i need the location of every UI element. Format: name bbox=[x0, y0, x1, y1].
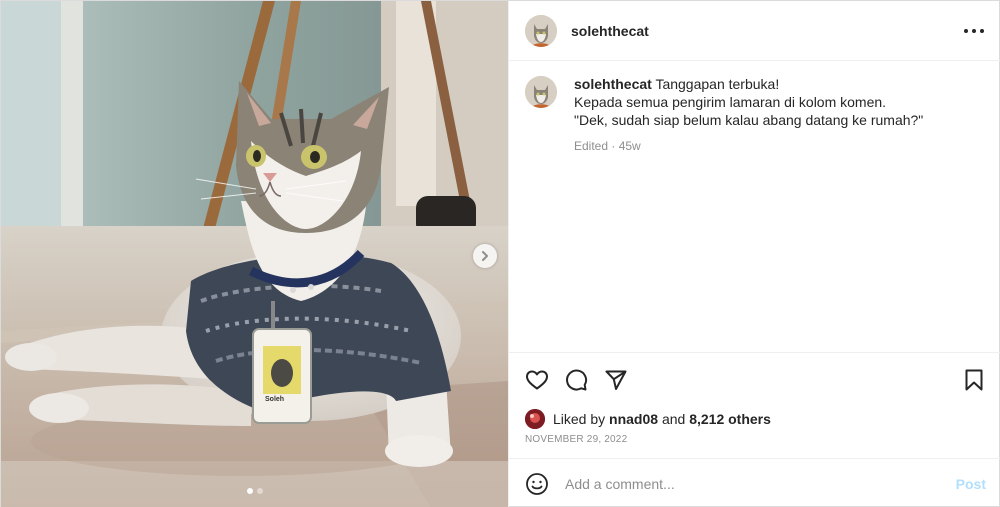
carousel-dot-active bbox=[246, 488, 253, 494]
author-username[interactable]: solehthecat bbox=[571, 23, 649, 39]
more-options-button[interactable] bbox=[964, 23, 984, 39]
caption-text: Tanggapan terbuka! bbox=[655, 76, 780, 92]
emoji-button[interactable] bbox=[525, 472, 549, 496]
smile-icon bbox=[526, 472, 548, 495]
send-icon bbox=[605, 370, 627, 390]
likes-prefix: Liked by bbox=[553, 411, 606, 427]
comment-button[interactable] bbox=[564, 368, 588, 392]
more-dot bbox=[980, 29, 984, 33]
liker-username[interactable]: nnad08 bbox=[609, 411, 658, 427]
post-header: solehthecat bbox=[509, 1, 1000, 61]
cat-avatar-icon bbox=[525, 76, 557, 108]
badge-name-text: Soleh bbox=[265, 396, 285, 403]
like-button[interactable] bbox=[525, 368, 549, 392]
post-actions: Liked by nnad08 and 8,212 others NOVEMBE… bbox=[509, 352, 1000, 458]
caption-meta[interactable]: Edited · 45w bbox=[574, 137, 923, 155]
caption-line-3: "Dek, sudah siap belum kalau abang datan… bbox=[574, 112, 924, 128]
chevron-right-icon bbox=[482, 251, 488, 261]
likes-others-link[interactable]: 8,212 others bbox=[689, 411, 771, 427]
carousel-dot bbox=[256, 488, 263, 494]
next-media-button[interactable] bbox=[473, 244, 497, 268]
more-dot bbox=[972, 29, 976, 33]
comment-bar: Post bbox=[509, 458, 1000, 507]
likes-and: and bbox=[661, 411, 686, 427]
caption-line-1: solehthecat Tanggapan terbuka! bbox=[574, 75, 923, 93]
action-icons-row bbox=[525, 368, 986, 392]
bookmark-icon bbox=[965, 369, 983, 391]
caption-username[interactable]: solehthecat bbox=[574, 76, 652, 92]
cat-photo bbox=[1, 1, 508, 507]
post-comment-button[interactable]: Post bbox=[956, 476, 986, 492]
comment-icon bbox=[566, 369, 588, 391]
share-button[interactable] bbox=[604, 368, 628, 392]
post-media[interactable]: Soleh bbox=[1, 1, 508, 507]
post-caption: solehthecat Tanggapan terbuka! Kepada se… bbox=[525, 75, 985, 155]
more-horizontal-icon bbox=[964, 29, 968, 33]
post-side-panel: solehthecat solehthecat Tanggapan terbuk… bbox=[508, 1, 1000, 507]
caption-body: solehthecat Tanggapan terbuka! Kepada se… bbox=[574, 75, 923, 155]
comment-input[interactable] bbox=[565, 475, 925, 492]
carousel-indicator bbox=[1, 488, 508, 494]
heart-icon bbox=[526, 370, 548, 390]
liker-avatar-icon bbox=[525, 409, 545, 429]
caption-author-avatar[interactable] bbox=[525, 76, 557, 108]
author-avatar[interactable] bbox=[525, 14, 557, 47]
instagram-post: Soleh solehthecat solehthecat Tanggapan … bbox=[0, 0, 1000, 507]
cat-avatar-icon bbox=[525, 14, 557, 47]
post-date[interactable]: NOVEMBER 29, 2022 bbox=[525, 434, 627, 445]
likes-summary: Liked by nnad08 and 8,212 others bbox=[525, 409, 771, 429]
caption-line-2: Kepada semua pengirim lamaran di kolom k… bbox=[574, 94, 887, 110]
liker-avatar[interactable] bbox=[525, 409, 545, 429]
save-button[interactable] bbox=[962, 368, 986, 392]
